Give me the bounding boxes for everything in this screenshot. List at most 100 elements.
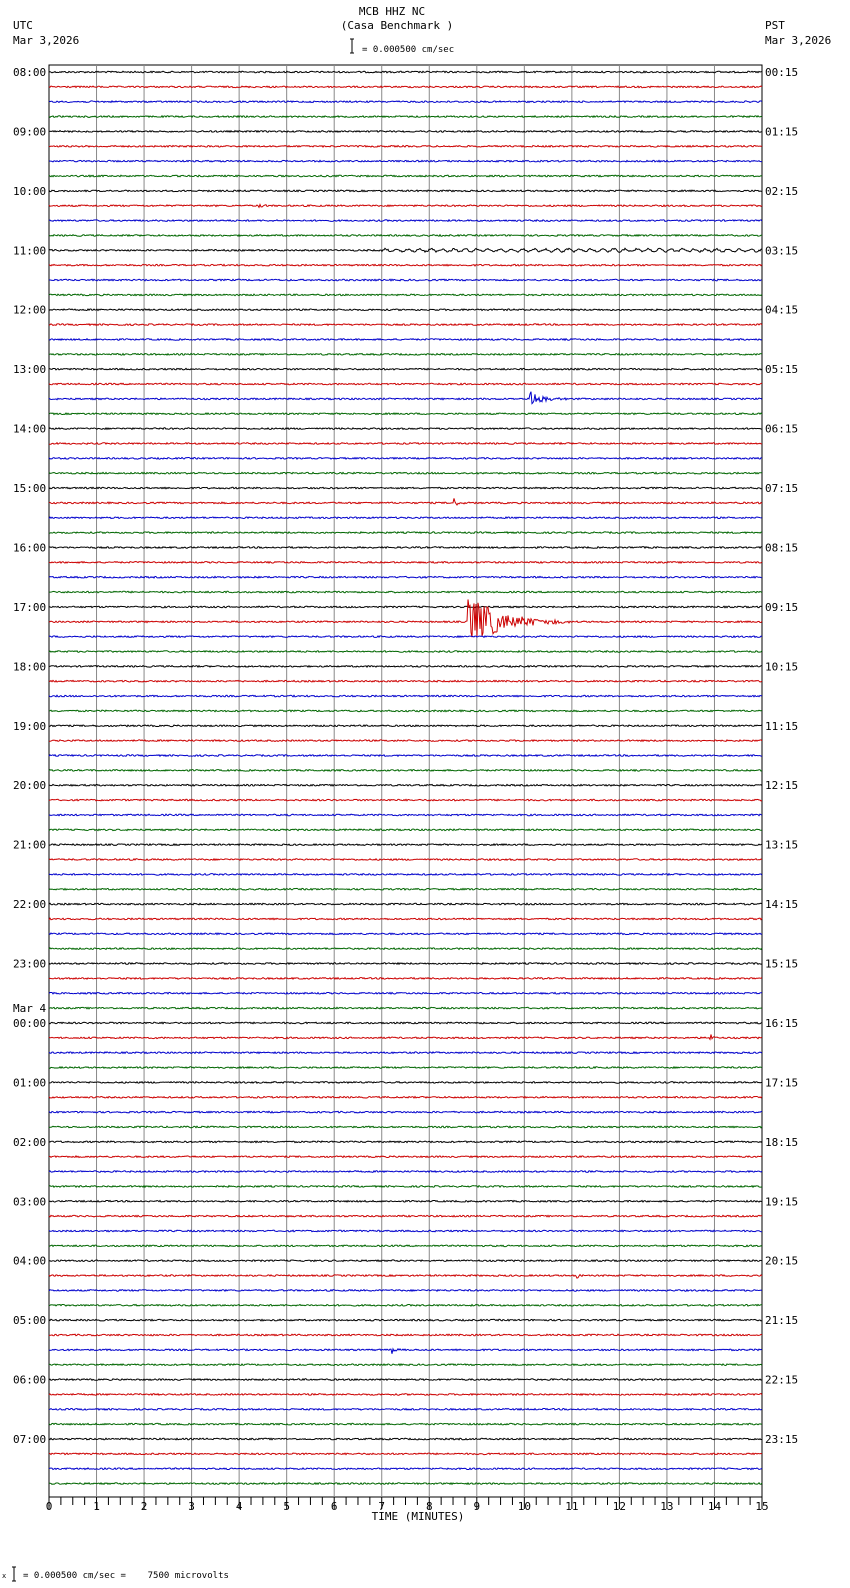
utc-hour-label: 22:00	[13, 898, 46, 911]
seismic-trace	[48, 1214, 763, 1218]
seismic-trace	[48, 575, 763, 579]
utc-hour-label: 03:00	[13, 1195, 46, 1208]
seismic-trace	[48, 599, 763, 638]
seismic-trace	[48, 412, 763, 416]
seismic-trace	[49, 531, 763, 535]
seismic-trace	[48, 1467, 763, 1471]
pst-hour-label: 13:15	[765, 839, 798, 852]
pst-hour-label: 14:15	[765, 898, 798, 911]
seismic-trace	[48, 991, 763, 995]
seismic-trace	[48, 1050, 763, 1055]
x-tick-label: 10	[518, 1500, 531, 1513]
utc-hour-label: 06:00	[13, 1374, 46, 1387]
pst-hour-label: 12:15	[765, 779, 798, 792]
seismic-trace	[48, 813, 763, 817]
utc-hour-label: 20:00	[13, 779, 46, 792]
seismic-trace	[48, 1184, 763, 1189]
seismic-trace	[48, 189, 763, 193]
helicorder: MCB HHZ NC (Casa Benchmark ) UTC Mar 3,2…	[0, 0, 850, 1584]
seismic-trace	[48, 1080, 763, 1085]
x-tick-label: 9	[473, 1500, 480, 1513]
seismic-trace	[48, 828, 762, 832]
seismic-trace	[48, 382, 763, 386]
utc-hour-label: 05:00	[13, 1314, 46, 1327]
x-tick-label: 7	[378, 1500, 385, 1513]
right-timezone: PST	[765, 19, 785, 32]
seismic-trace	[48, 1437, 763, 1441]
utc-hour-label: 12:00	[13, 304, 46, 317]
seismic-trace	[48, 753, 762, 758]
utc-hour-label: 21:00	[13, 839, 46, 852]
pst-hour-label: 20:15	[765, 1255, 798, 1268]
seismic-trace	[49, 352, 762, 356]
pst-hour-label: 16:15	[765, 1017, 798, 1030]
utc-hour-label: 00:00	[13, 1017, 46, 1030]
seismic-trace	[48, 159, 763, 163]
seismic-trace	[48, 1392, 763, 1397]
seismic-trace	[48, 1303, 763, 1307]
pst-hour-label: 08:15	[765, 541, 798, 554]
seismic-trace	[48, 872, 763, 877]
seismic-trace	[48, 798, 763, 802]
seismic-trace	[48, 664, 763, 668]
x-tick-label: 5	[283, 1500, 290, 1513]
seismic-trace	[48, 1273, 763, 1279]
x-tick-label: 4	[236, 1500, 243, 1513]
seismic-trace	[48, 1363, 763, 1367]
seismic-trace	[48, 634, 763, 639]
seismic-trace	[48, 1034, 763, 1041]
seismic-trace	[48, 441, 762, 446]
seismic-trace	[48, 1155, 763, 1159]
seismic-trace	[48, 560, 763, 565]
utc-hour-label: 14:00	[13, 423, 46, 436]
scale-label: = 0.000500 cm/sec	[362, 45, 454, 55]
seismic-trace	[48, 486, 763, 490]
seismic-trace	[48, 144, 763, 148]
seismic-trace	[49, 590, 763, 594]
utc-hour-label: 15:00	[13, 482, 46, 495]
x-tick-label: 6	[331, 1500, 338, 1513]
seismic-trace	[48, 516, 763, 520]
pst-hour-label: 19:15	[765, 1195, 798, 1208]
utc-hour-label: 04:00	[13, 1255, 46, 1268]
chart-title: MCB HHZ NC	[359, 5, 425, 18]
pst-hour-label: 17:15	[765, 1076, 798, 1089]
seismic-trace	[48, 1169, 763, 1174]
seismic-trace	[48, 1407, 763, 1411]
x-tick-label: 13	[660, 1500, 673, 1513]
seismic-trace	[48, 1199, 763, 1203]
seismic-trace	[48, 322, 763, 327]
pst-hour-label: 15:15	[765, 958, 798, 971]
seismic-trace	[48, 308, 763, 312]
footer-scale-icon	[12, 1566, 16, 1582]
pst-hour-label: 11:15	[765, 720, 798, 733]
seismic-trace	[48, 1140, 763, 1144]
pst-hour-label: 10:15	[765, 660, 798, 673]
x-tick-label: 14	[708, 1500, 722, 1513]
right-date: Mar 3,2026	[765, 34, 831, 47]
seismic-trace	[48, 471, 763, 475]
left-timezone: UTC	[13, 19, 33, 32]
seismic-trace	[48, 649, 763, 654]
seismic-trace	[48, 605, 763, 609]
utc-hour-label: 02:00	[13, 1136, 46, 1149]
seismic-trace	[48, 278, 763, 282]
utc-hour-label: 17:00	[13, 601, 46, 614]
seismic-trace	[48, 857, 763, 862]
seismic-trace	[48, 1333, 763, 1337]
seismic-trace	[48, 709, 763, 713]
seismic-trace	[48, 783, 763, 787]
chart-subtitle: (Casa Benchmark )	[341, 19, 454, 32]
footer-mark: x	[2, 1572, 6, 1580]
utc-hour-label: 08:00	[13, 66, 46, 79]
seismic-trace	[48, 1377, 763, 1382]
seismic-trace	[48, 337, 763, 342]
seismic-trace	[48, 1021, 763, 1025]
footer-label: = 0.000500 cm/sec = 7500 microvolts	[23, 1571, 229, 1581]
seismic-trace	[48, 768, 763, 773]
seismic-trace	[48, 247, 763, 254]
seismic-trace	[48, 1318, 763, 1322]
utc-hour-label: 18:00	[13, 660, 46, 673]
pst-hour-label: 06:15	[765, 423, 798, 436]
seismic-trace	[48, 1288, 763, 1293]
